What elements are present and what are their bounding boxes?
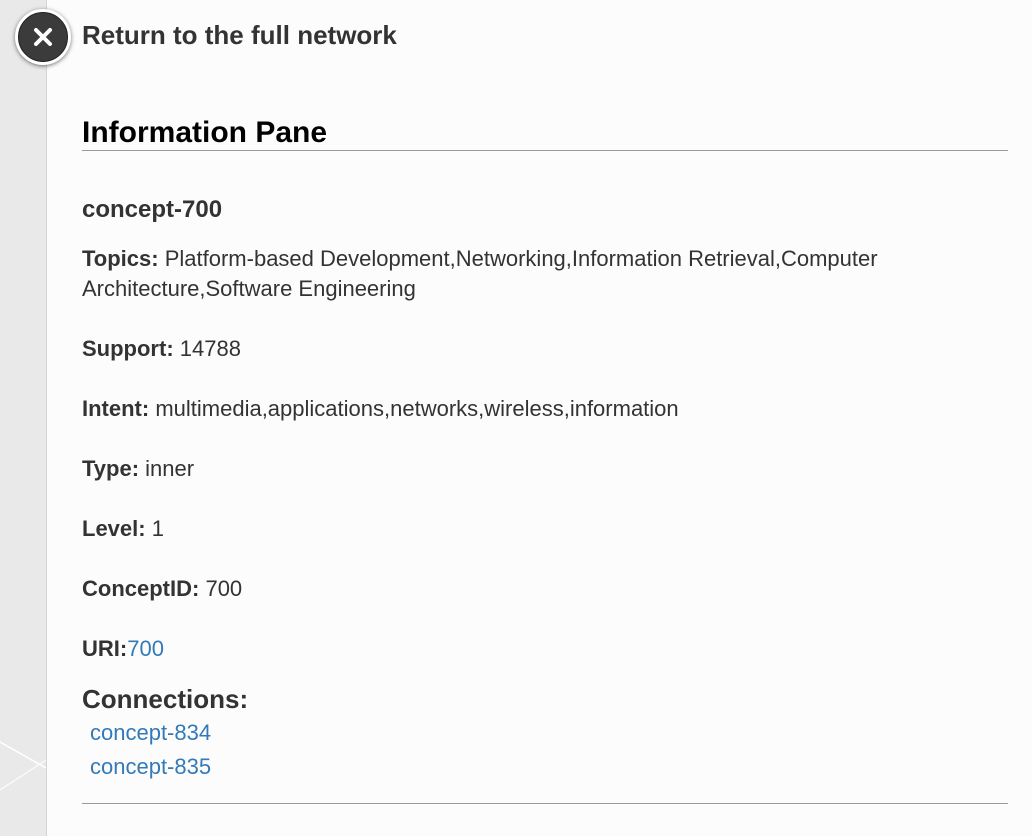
bottom-divider bbox=[82, 803, 1008, 804]
concept-name: concept-700 bbox=[82, 196, 223, 223]
type-label: Type: bbox=[82, 456, 140, 481]
level-field: Level: 1 bbox=[82, 514, 982, 544]
concept-id-label: ConceptID: bbox=[82, 576, 200, 601]
level-value: 1 bbox=[151, 516, 164, 541]
uri-field: URI:700 bbox=[82, 634, 982, 664]
connection-link[interactable]: concept-835 bbox=[90, 754, 211, 780]
level-label: Level: bbox=[82, 516, 146, 541]
support-value: 14788 bbox=[179, 336, 241, 361]
type-field: Type: inner bbox=[82, 454, 982, 484]
network-backdrop bbox=[0, 0, 46, 836]
topics-field: Topics: Platform-based Development,Netwo… bbox=[82, 244, 982, 304]
intent-field: Intent: multimedia,applications,networks… bbox=[82, 394, 982, 424]
support-label: Support: bbox=[82, 336, 174, 361]
concept-id-field: ConceptID: 700 bbox=[82, 574, 982, 604]
uri-label: URI: bbox=[82, 636, 128, 661]
topics-label: Topics: bbox=[82, 246, 159, 271]
intent-value: multimedia,applications,networks,wireles… bbox=[155, 396, 679, 421]
concept-id-value: 700 bbox=[205, 576, 243, 601]
support-field: Support: 14788 bbox=[82, 334, 982, 364]
close-button[interactable] bbox=[15, 9, 71, 65]
intent-label: Intent: bbox=[82, 396, 150, 421]
network-edges-graphic bbox=[0, 741, 46, 791]
topics-value: Platform-based Development,Networking,In… bbox=[82, 246, 878, 301]
type-value: inner bbox=[145, 456, 195, 481]
pane-title: Information Pane bbox=[82, 116, 1008, 151]
return-to-network-link[interactable]: Return to the full network bbox=[82, 20, 397, 51]
uri-link[interactable]: 700 bbox=[127, 636, 164, 661]
connections-title: Connections: bbox=[82, 684, 249, 714]
connection-link[interactable]: concept-834 bbox=[90, 720, 211, 746]
close-icon bbox=[34, 28, 52, 46]
